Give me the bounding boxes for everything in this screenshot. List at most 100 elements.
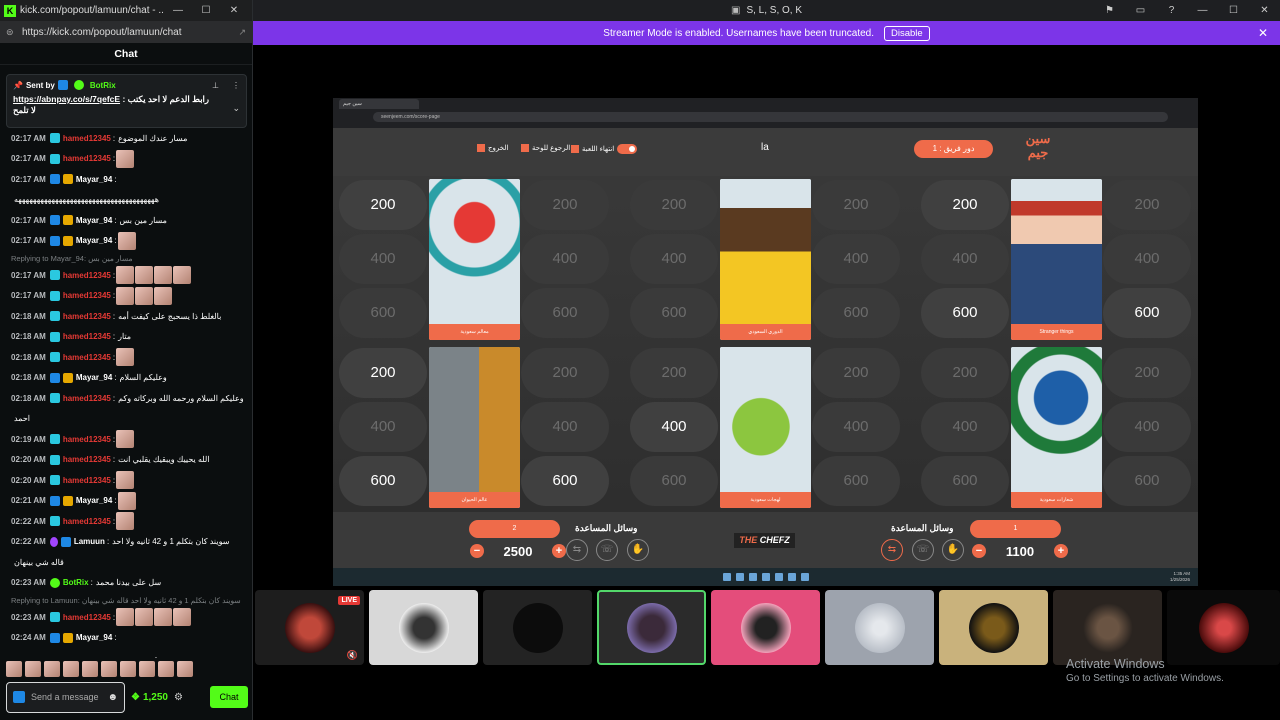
- message-username[interactable]: hamed12345: [63, 454, 111, 465]
- chat-message[interactable]: 02:22 AM Lamuun: سويند كان بتكلم 1 و 42 ثا…: [11, 532, 244, 553]
- message-username[interactable]: Mayar_94: [76, 174, 112, 185]
- emote-icon[interactable]: [101, 661, 117, 677]
- reply-context[interactable]: Replying to Mayar_94: مسار مين بس: [11, 253, 244, 265]
- chat-message[interactable]: 02:21 AM Mayar_94:: [11, 491, 244, 512]
- chat-message[interactable]: 02:19 AM hamed12345:: [11, 429, 244, 450]
- close-icon[interactable]: ✕: [220, 5, 248, 16]
- message-username[interactable]: Mayar_94: [76, 215, 112, 226]
- emote-icon[interactable]: [177, 661, 193, 677]
- participant-tile[interactable]: [1053, 590, 1162, 665]
- message-username[interactable]: Mayar_94: [76, 235, 112, 246]
- participant-tile[interactable]: [483, 590, 592, 665]
- chat-message-list[interactable]: 02:17 AM hamed12345: مسار عندك الموضوع 02:1…: [0, 128, 252, 658]
- chat-message[interactable]: 02:17 AM hamed12345:: [11, 149, 244, 170]
- participant-tile[interactable]: [1167, 590, 1280, 665]
- screen-icon[interactable]: ▭: [1125, 5, 1156, 16]
- emoji-picker-icon[interactable]: ☻: [107, 692, 118, 703]
- gear-icon[interactable]: ⚙: [174, 692, 183, 703]
- emote-icon[interactable]: [116, 430, 135, 449]
- message-username[interactable]: BotRix: [63, 577, 89, 588]
- chat-message[interactable]: 02:18 AM hamed12345: وعليكم السلام ورحمه ا…: [11, 388, 244, 409]
- open-external-icon[interactable]: ↗: [238, 27, 246, 38]
- chat-message[interactable]: قاله شي بينهان: [11, 552, 244, 573]
- participant-tile-speaking[interactable]: [597, 590, 706, 665]
- message-username[interactable]: hamed12345: [63, 516, 111, 527]
- screen-share-view[interactable]: سين جيم seenjeem.com/score-page الخروج ا…: [333, 98, 1198, 586]
- more-options-icon[interactable]: ⋮: [232, 81, 240, 90]
- chat-message[interactable]: 02:17 AM hamed12345:: [11, 265, 244, 286]
- chat-message[interactable]: ههههههههههههههههههههههههههههههههههههههه: [11, 190, 244, 211]
- maximize-icon[interactable]: ☐: [192, 5, 220, 16]
- chat-message[interactable]: 02:22 AM hamed12345:: [11, 511, 244, 532]
- emote-icon[interactable]: [154, 608, 173, 627]
- message-username[interactable]: Mayar_94: [76, 632, 112, 643]
- emote-icon[interactable]: [6, 661, 22, 677]
- emote-icon[interactable]: [135, 608, 154, 627]
- emote-icon[interactable]: [173, 608, 192, 627]
- chat-message[interactable]: 02:24 AM Mayar_94:: [11, 628, 244, 649]
- message-username[interactable]: hamed12345: [63, 475, 111, 486]
- url-bar[interactable]: ⊜ https://kick.com/popout/lamuun/chat ↗: [0, 21, 252, 43]
- emote-icon[interactable]: [116, 348, 135, 367]
- help-icon[interactable]: ?: [1156, 5, 1187, 16]
- chat-message[interactable]: 02:18 AM hamed12345: بالغلط ذا يسحبج على ك…: [11, 306, 244, 327]
- chevron-down-icon[interactable]: ⌄: [232, 103, 240, 114]
- message-username[interactable]: hamed12345: [63, 352, 111, 363]
- message-username[interactable]: hamed12345: [63, 270, 111, 281]
- participant-tile-live[interactable]: LIVE 🔇: [255, 590, 364, 665]
- flag-icon[interactable]: ⚑: [1094, 5, 1125, 16]
- message-username[interactable]: hamed12345: [63, 434, 111, 445]
- close-banner-icon[interactable]: ✕: [1258, 26, 1268, 40]
- emote-icon[interactable]: [82, 661, 98, 677]
- emote-icon[interactable]: [154, 286, 173, 305]
- emote-icon[interactable]: [135, 266, 154, 285]
- emote-icon[interactable]: [116, 149, 135, 168]
- pinned-message[interactable]: 📌 Sent by BotRix ⊥ ⋮ https://abnpay.co/s…: [6, 74, 247, 128]
- emote-icon[interactable]: [116, 266, 135, 285]
- channel-points[interactable]: ❖ 1,250: [131, 692, 168, 703]
- message-username[interactable]: hamed12345: [63, 612, 111, 623]
- emote-icon[interactable]: [158, 661, 174, 677]
- chat-message[interactable]: 02:18 AM hamed12345:: [11, 347, 244, 368]
- emote-icon[interactable]: [116, 471, 135, 490]
- emote-icon[interactable]: [116, 286, 135, 305]
- participant-tile[interactable]: [369, 590, 478, 665]
- chat-message[interactable]: 02:17 AM Mayar_94:: [11, 231, 244, 252]
- chat-message[interactable]: 02:23 AM BotRix: سل على بيدنا محمد: [11, 573, 244, 594]
- emote-icon[interactable]: [139, 661, 155, 677]
- minimize-icon[interactable]: —: [164, 5, 192, 16]
- chat-message[interactable]: 02:23 AM hamed12345:: [11, 607, 244, 628]
- emote-icon[interactable]: [116, 512, 135, 531]
- minimize-icon[interactable]: —: [1187, 5, 1218, 16]
- chat-message-input[interactable]: Send a message ☻: [6, 681, 125, 713]
- message-username[interactable]: Lamuun: [74, 536, 105, 547]
- disable-streamer-mode-button[interactable]: Disable: [884, 25, 930, 41]
- emote-icon[interactable]: [135, 286, 154, 305]
- maximize-icon[interactable]: ☐: [1218, 5, 1249, 16]
- participant-tile[interactable]: [825, 590, 934, 665]
- close-icon[interactable]: ✕: [1249, 5, 1280, 16]
- pin-icon[interactable]: ⊥: [212, 81, 219, 90]
- chat-message[interactable]: 02:17 AM hamed12345:: [11, 286, 244, 307]
- pinned-sender[interactable]: BotRix: [90, 81, 116, 90]
- emote-icon[interactable]: [116, 608, 135, 627]
- chat-message[interactable]: 02:17 AM Mayar_94:: [11, 169, 244, 190]
- emote-icon[interactable]: [154, 266, 173, 285]
- chat-message[interactable]: ههههههههههههههههههههههههههههههههههههههه: [11, 648, 244, 658]
- chat-message[interactable]: 02:20 AM hamed12345: الله يحييك ويبقيك يقل…: [11, 450, 244, 471]
- emote-icon[interactable]: [44, 661, 60, 677]
- reply-context[interactable]: Replying to Lamuun: سويند كان بتكلم 1 و …: [11, 595, 244, 607]
- message-username[interactable]: hamed12345: [63, 133, 111, 144]
- message-username[interactable]: hamed12345: [63, 153, 111, 164]
- emote-icon[interactable]: [63, 661, 79, 677]
- chat-message[interactable]: 02:18 AM hamed12345: متار: [11, 327, 244, 348]
- emote-icon[interactable]: [25, 661, 41, 677]
- message-username[interactable]: hamed12345: [63, 331, 111, 342]
- message-username[interactable]: hamed12345: [63, 290, 111, 301]
- send-chat-button[interactable]: Chat: [210, 686, 248, 708]
- participant-tile[interactable]: [711, 590, 820, 665]
- chat-message[interactable]: 02:18 AM Mayar_94: وعليكم السلام: [11, 368, 244, 389]
- message-username[interactable]: Mayar_94: [76, 495, 112, 506]
- participant-tile[interactable]: [939, 590, 1048, 665]
- emote-icon[interactable]: [117, 231, 136, 250]
